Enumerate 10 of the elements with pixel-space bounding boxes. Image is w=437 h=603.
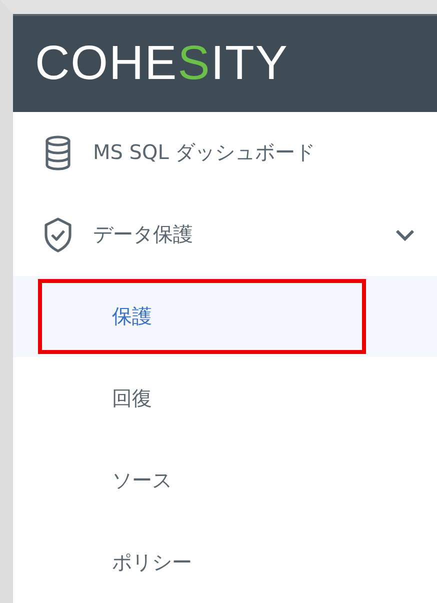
nav-subitem[interactable]: ソース — [38, 442, 366, 518]
chevron-icon — [395, 228, 415, 241]
database-icon — [43, 134, 73, 171]
nav-item[interactable]: MS SQL ダッシュボード — [13, 112, 437, 194]
logo: COHESITY — [35, 40, 288, 88]
shield-check-icon — [43, 216, 73, 253]
nav-subitem[interactable]: ポリシー — [38, 524, 366, 600]
nav-subitem[interactable]: 保護 — [38, 278, 366, 354]
nav-item[interactable]: データ保護 — [13, 194, 437, 276]
nav-subitem[interactable]: 回復 — [38, 360, 366, 436]
